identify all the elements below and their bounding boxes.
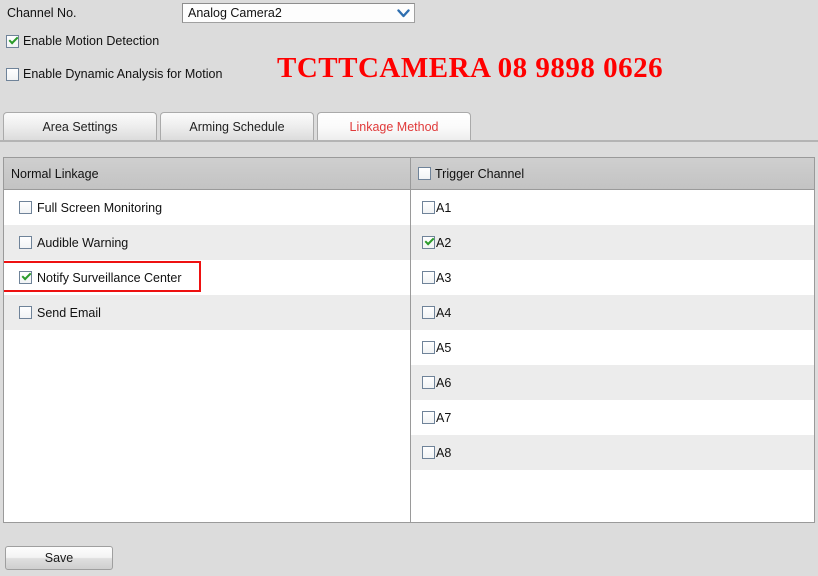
- trigger-channel-select-all-checkbox[interactable]: [418, 167, 431, 180]
- list-item[interactable]: Notify Surveillance Center: [4, 260, 410, 295]
- tab-arming-schedule[interactable]: Arming Schedule: [160, 112, 314, 140]
- trigger-channel-a3-checkbox[interactable]: [422, 271, 435, 284]
- list-item[interactable]: A5: [411, 330, 814, 365]
- trigger-channel-a4-label: A4: [436, 305, 452, 320]
- trigger-channel-a2-checkbox[interactable]: [422, 236, 435, 249]
- trigger-channel-a1-checkbox[interactable]: [422, 201, 435, 214]
- trigger-channel-a7-label: A7: [436, 410, 452, 425]
- table-header-row: Normal Linkage Trigger Channel: [4, 158, 814, 190]
- list-item[interactable]: Full Screen Monitoring: [4, 190, 410, 225]
- list-item[interactable]: A7: [411, 400, 814, 435]
- watermark-text: TCTTCAMERA 08 9898 0626: [277, 52, 664, 84]
- list-item[interactable]: A3: [411, 260, 814, 295]
- notify-surveillance-center-label: Notify Surveillance Center: [37, 270, 182, 285]
- enable-motion-detection-row[interactable]: Enable Motion Detection: [6, 34, 159, 48]
- enable-motion-detection-checkbox[interactable]: [6, 34, 19, 48]
- send-email-label: Send Email: [37, 305, 101, 320]
- trigger-channel-a8-checkbox[interactable]: [422, 446, 435, 459]
- trigger-channel-a8-label: A8: [436, 445, 452, 460]
- trigger-channel-a4-checkbox[interactable]: [422, 306, 435, 319]
- tab-area-settings[interactable]: Area Settings: [3, 112, 157, 140]
- send-email-checkbox[interactable]: [19, 306, 32, 319]
- chevron-down-icon: [393, 4, 413, 22]
- list-item[interactable]: Send Email: [4, 295, 410, 330]
- normal-linkage-header-label: Normal Linkage: [11, 166, 99, 181]
- trigger-channel-a6-label: A6: [436, 375, 452, 390]
- normal-linkage-column: Full Screen Monitoring Audible Warning N…: [4, 190, 411, 522]
- trigger-channel-a5-checkbox[interactable]: [422, 341, 435, 354]
- list-item[interactable]: A6: [411, 365, 814, 400]
- full-screen-monitoring-checkbox[interactable]: [19, 201, 32, 214]
- channel-select-value: Analog Camera2: [188, 6, 282, 20]
- footer-bar: Save: [0, 529, 818, 576]
- audible-warning-label: Audible Warning: [37, 235, 129, 250]
- enable-dynamic-analysis-label: Enable Dynamic Analysis for Motion: [23, 67, 223, 81]
- trigger-channel-a1-label: A1: [436, 200, 452, 215]
- normal-linkage-header: Normal Linkage: [4, 158, 411, 189]
- trigger-channel-a6-checkbox[interactable]: [422, 376, 435, 389]
- trigger-channel-a3-label: A3: [436, 270, 452, 285]
- list-item[interactable]: A2: [411, 225, 814, 260]
- full-screen-monitoring-label: Full Screen Monitoring: [37, 200, 163, 215]
- save-button[interactable]: Save: [5, 546, 113, 570]
- enable-dynamic-analysis-row[interactable]: Enable Dynamic Analysis for Motion: [6, 67, 222, 81]
- channel-no-row: Channel No. Analog Camera2: [7, 3, 415, 23]
- trigger-channel-header-label: Trigger Channel: [435, 166, 525, 181]
- trigger-channel-a5-label: A5: [436, 340, 452, 355]
- enable-motion-detection-label: Enable Motion Detection: [23, 34, 160, 48]
- table-body: Full Screen Monitoring Audible Warning N…: [4, 190, 814, 522]
- list-item[interactable]: A8: [411, 435, 814, 470]
- trigger-channel-header: Trigger Channel: [411, 158, 814, 189]
- trigger-channel-a7-checkbox[interactable]: [422, 411, 435, 424]
- linkage-method-panel: Normal Linkage Trigger Channel Full Scre…: [3, 157, 815, 523]
- tab-bar-underline: [0, 140, 818, 142]
- audible-warning-checkbox[interactable]: [19, 236, 32, 249]
- list-item[interactable]: A4: [411, 295, 814, 330]
- channel-select[interactable]: Analog Camera2: [182, 3, 415, 23]
- tab-bar: Area Settings Arming Schedule Linkage Me…: [0, 110, 818, 142]
- trigger-channel-column: A1 A2 A3 A4 A5 A6 A7 A8: [411, 190, 814, 522]
- list-item[interactable]: A1: [411, 190, 814, 225]
- channel-no-label: Channel No.: [7, 6, 77, 20]
- tab-linkage-method[interactable]: Linkage Method: [317, 112, 471, 140]
- trigger-channel-a2-label: A2: [436, 235, 452, 250]
- list-item[interactable]: Audible Warning: [4, 225, 410, 260]
- notify-surveillance-center-checkbox[interactable]: [19, 271, 32, 284]
- enable-dynamic-analysis-checkbox[interactable]: [6, 67, 19, 81]
